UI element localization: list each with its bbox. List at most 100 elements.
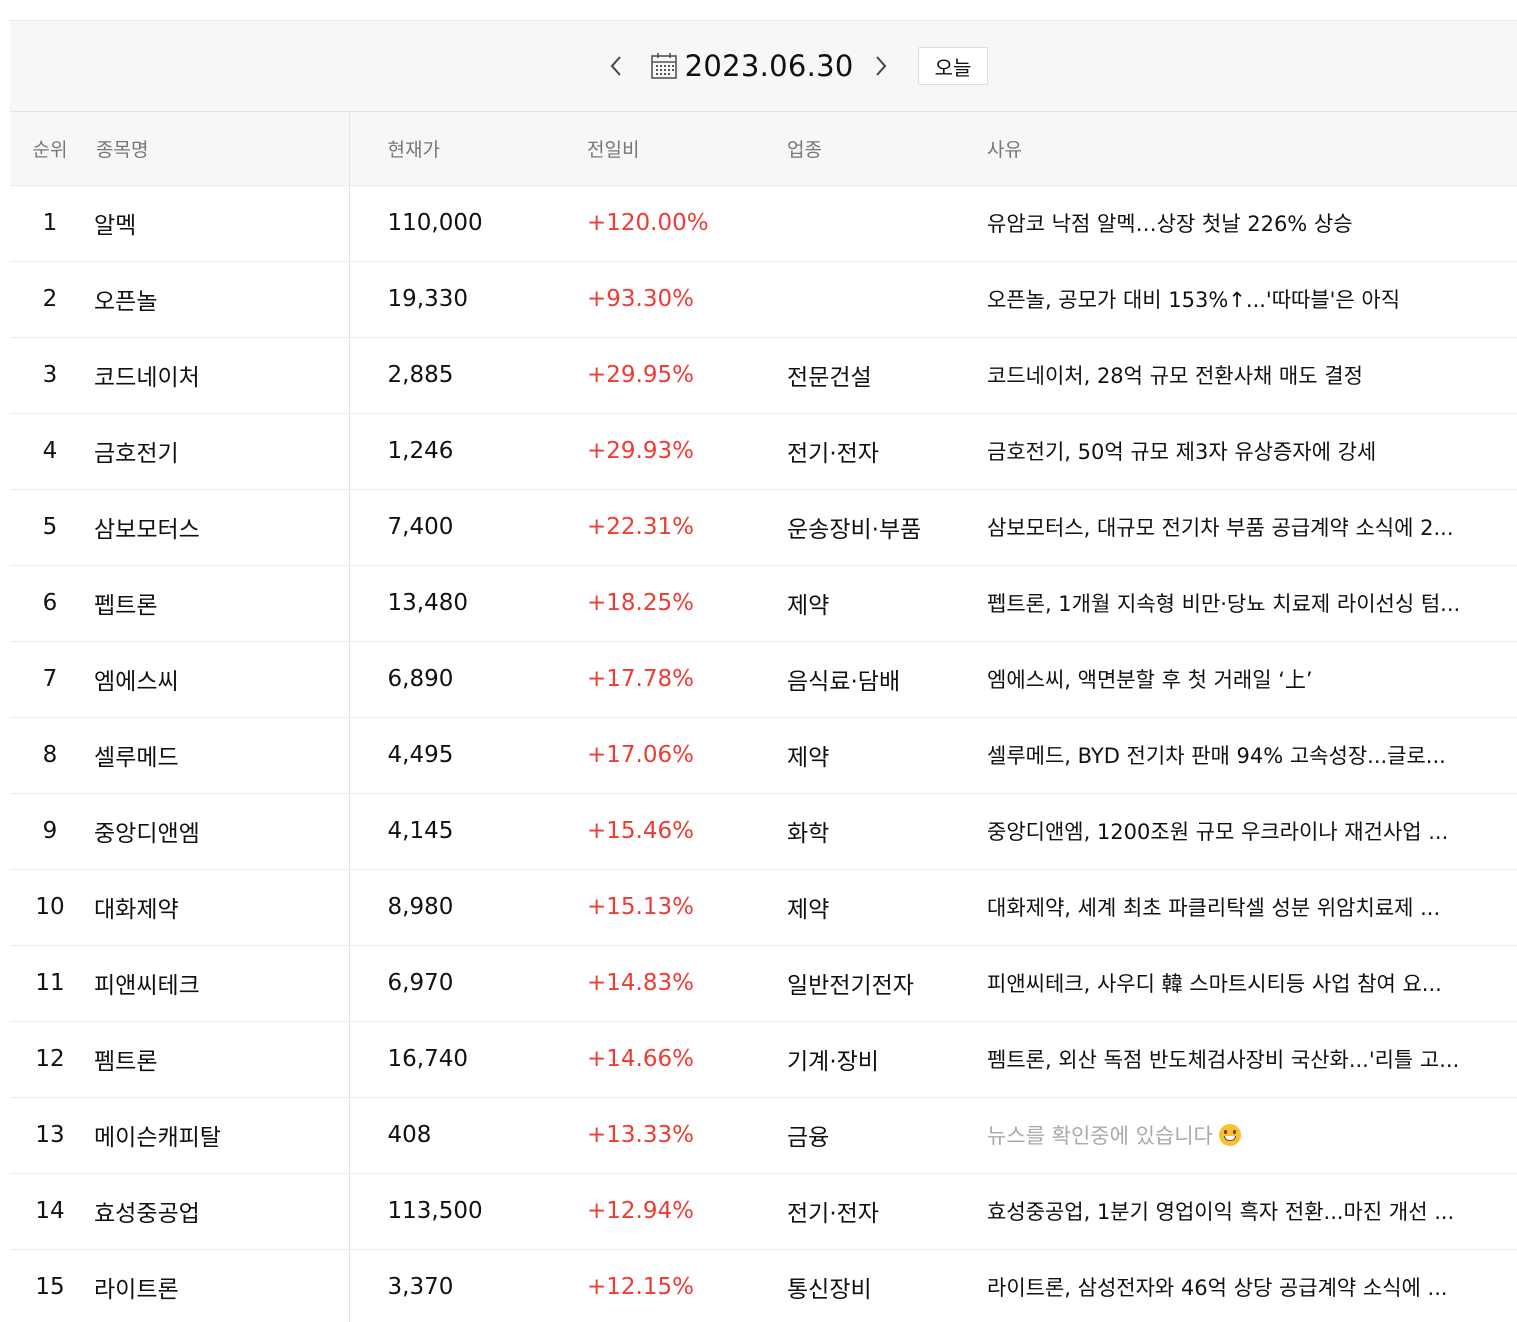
change-cell: +18.25% bbox=[549, 565, 749, 642]
price-cell: 408 bbox=[349, 1097, 549, 1174]
table-row[interactable]: 15 라이트론 3,370 +12.15% 통신장비 라이트론, 삼성전자와 4… bbox=[10, 1249, 1517, 1322]
sector-cell: 전기·전자 bbox=[749, 413, 949, 490]
change-cell: +29.95% bbox=[549, 337, 749, 414]
rank-cell: 12 bbox=[10, 1021, 90, 1098]
reason-cell[interactable]: 셀루메드, BYD 전기차 판매 94% 고속성장...글로... bbox=[949, 717, 1517, 794]
stock-name-cell[interactable]: 펩트론 bbox=[90, 565, 350, 642]
rank-cell: 7 bbox=[10, 641, 90, 718]
table-row[interactable]: 14 효성중공업 113,500 +12.94% 전기·전자 효성중공업, 1분… bbox=[10, 1173, 1517, 1250]
reason-cell[interactable]: 코드네이처, 28억 규모 전환사채 매도 결정 bbox=[949, 337, 1517, 414]
reason-cell[interactable]: 중앙디앤엠, 1200조원 규모 우크라이나 재건사업 ... bbox=[949, 793, 1517, 870]
today-button[interactable]: 오늘 bbox=[917, 47, 989, 85]
reason-cell[interactable]: 삼보모터스, 대규모 전기차 부품 공급계약 소식에 2... bbox=[949, 489, 1517, 566]
change-cell: +120.00% bbox=[549, 185, 749, 262]
stock-name-cell[interactable]: 코드네이처 bbox=[90, 337, 350, 414]
stock-name-cell[interactable]: 엠에스씨 bbox=[90, 641, 350, 718]
stock-ranking-table: 순위 종목명 현재가 전일비 업종 사유 1 알멕 110,000 +120.0… bbox=[10, 112, 1517, 1322]
change-cell: +17.78% bbox=[549, 641, 749, 718]
price-cell: 8,980 bbox=[349, 869, 549, 946]
reason-cell[interactable]: 펩트론, 1개월 지속형 비만·당뇨 치료제 라이선싱 텀... bbox=[949, 565, 1517, 642]
price-cell: 6,970 bbox=[349, 945, 549, 1022]
sector-cell: 통신장비 bbox=[749, 1249, 949, 1322]
price-cell: 113,500 bbox=[349, 1173, 549, 1250]
reason-cell[interactable]: 대화제약, 세계 최초 파클리탁셀 성분 위암치료제 ... bbox=[949, 869, 1517, 946]
stock-name-cell[interactable]: 피앤씨테크 bbox=[90, 945, 350, 1022]
reason-cell[interactable]: 라이트론, 삼성전자와 46억 상당 공급계약 소식에 ... bbox=[949, 1249, 1517, 1322]
date-navigator: 2023.06.30 오늘 bbox=[10, 20, 1517, 112]
next-date-button[interactable] bbox=[864, 46, 898, 86]
header-sector: 업종 bbox=[749, 112, 949, 186]
price-cell: 6,890 bbox=[349, 641, 549, 718]
table-row[interactable]: 12 펨트론 16,740 +14.66% 기계·장비 펨트론, 외산 독점 반… bbox=[10, 1021, 1517, 1098]
header-price: 현재가 bbox=[349, 112, 549, 186]
stock-name-cell[interactable]: 라이트론 bbox=[90, 1249, 350, 1322]
prev-date-button[interactable] bbox=[599, 46, 633, 86]
sector-cell: 음식료·담배 bbox=[749, 641, 949, 718]
stock-name-cell[interactable]: 삼보모터스 bbox=[90, 489, 350, 566]
sector-cell bbox=[749, 185, 949, 262]
price-cell: 2,885 bbox=[349, 337, 549, 414]
stock-name-cell[interactable]: 금호전기 bbox=[90, 413, 350, 490]
rank-cell: 15 bbox=[10, 1249, 90, 1322]
reason-cell[interactable]: 펨트론, 외산 독점 반도체검사장비 국산화...'리틀 고... bbox=[949, 1021, 1517, 1098]
stock-name-cell[interactable]: 셀루메드 bbox=[90, 717, 350, 794]
stock-name-cell[interactable]: 메이슨캐피탈 bbox=[90, 1097, 350, 1174]
table-row[interactable]: 3 코드네이처 2,885 +29.95% 전문건설 코드네이처, 28억 규모… bbox=[10, 337, 1517, 414]
reason-cell[interactable]: 효성중공업, 1분기 영업이익 흑자 전환...마진 개선 ... bbox=[949, 1173, 1517, 1250]
table-row[interactable]: 8 셀루메드 4,495 +17.06% 제약 셀루메드, BYD 전기차 판매… bbox=[10, 717, 1517, 794]
reason-cell[interactable]: 엠에스씨, 액면분할 후 첫 거래일 ‘上’ bbox=[949, 641, 1517, 718]
rank-cell: 3 bbox=[10, 337, 90, 414]
calendar-icon[interactable] bbox=[649, 51, 679, 81]
reason-cell[interactable]: 오픈놀, 공모가 대비 153%↑...'따따블'은 아직 bbox=[949, 261, 1517, 338]
stock-name-cell[interactable]: 펨트론 bbox=[90, 1021, 350, 1098]
rank-cell: 14 bbox=[10, 1173, 90, 1250]
change-cell: +93.30% bbox=[549, 261, 749, 338]
reason-cell[interactable]: 금호전기, 50억 규모 제3자 유상증자에 강세 bbox=[949, 413, 1517, 490]
reason-cell[interactable]: 유암코 낙점 알멕…상장 첫날 226% 상승 bbox=[949, 185, 1517, 262]
change-cell: +12.15% bbox=[549, 1249, 749, 1322]
table-row[interactable]: 1 알멕 110,000 +120.00% 유암코 낙점 알멕…상장 첫날 22… bbox=[10, 185, 1517, 262]
rank-cell: 13 bbox=[10, 1097, 90, 1174]
sector-cell: 전문건설 bbox=[749, 337, 949, 414]
stock-name-cell[interactable]: 중앙디앤엠 bbox=[90, 793, 350, 870]
rank-cell: 9 bbox=[10, 793, 90, 870]
pending-news-text: 뉴스를 확인중에 있습니다 bbox=[987, 1124, 1213, 1148]
sector-cell: 일반전기전자 bbox=[749, 945, 949, 1022]
stock-name-cell[interactable]: 효성중공업 bbox=[90, 1173, 350, 1250]
reason-cell[interactable]: 피앤씨테크, 사우디 韓 스마트시티등 사업 참여 요... bbox=[949, 945, 1517, 1022]
price-cell: 3,370 bbox=[349, 1249, 549, 1322]
table-row[interactable]: 7 엠에스씨 6,890 +17.78% 음식료·담배 엠에스씨, 액면분할 후… bbox=[10, 641, 1517, 718]
sector-cell bbox=[749, 261, 949, 338]
table-row[interactable]: 5 삼보모터스 7,400 +22.31% 운송장비·부품 삼보모터스, 대규모… bbox=[10, 489, 1517, 566]
table-row[interactable]: 10 대화제약 8,980 +15.13% 제약 대화제약, 세계 최초 파클리… bbox=[10, 869, 1517, 946]
price-cell: 19,330 bbox=[349, 261, 549, 338]
rank-cell: 5 bbox=[10, 489, 90, 566]
stock-name-cell[interactable]: 오픈놀 bbox=[90, 261, 350, 338]
sector-cell: 운송장비·부품 bbox=[749, 489, 949, 566]
chevron-right-icon bbox=[875, 56, 886, 76]
change-cell: +15.46% bbox=[549, 793, 749, 870]
sector-cell: 제약 bbox=[749, 869, 949, 946]
rank-cell: 4 bbox=[10, 413, 90, 490]
sector-cell: 제약 bbox=[749, 565, 949, 642]
rank-cell: 6 bbox=[10, 565, 90, 642]
table-row[interactable]: 4 금호전기 1,246 +29.93% 전기·전자 금호전기, 50억 규모 … bbox=[10, 413, 1517, 490]
stock-name-cell[interactable]: 알멕 bbox=[90, 185, 350, 262]
change-cell: +15.13% bbox=[549, 869, 749, 946]
change-cell: +13.33% bbox=[549, 1097, 749, 1174]
table-row[interactable]: 11 피앤씨테크 6,970 +14.83% 일반전기전자 피앤씨테크, 사우디… bbox=[10, 945, 1517, 1022]
header-name: 종목명 bbox=[90, 112, 350, 186]
table-row[interactable]: 2 오픈놀 19,330 +93.30% 오픈놀, 공모가 대비 153%↑..… bbox=[10, 261, 1517, 338]
table-row[interactable]: 13 메이슨캐피탈 408 +13.33% 금융 뉴스를 확인중에 있습니다 bbox=[10, 1097, 1517, 1174]
stock-name-cell[interactable]: 대화제약 bbox=[90, 869, 350, 946]
sector-cell: 전기·전자 bbox=[749, 1173, 949, 1250]
header-change: 전일비 bbox=[549, 112, 749, 186]
header-rank: 순위 bbox=[10, 112, 90, 186]
change-cell: +14.66% bbox=[549, 1021, 749, 1098]
table-row[interactable]: 9 중앙디앤엠 4,145 +15.46% 화학 중앙디앤엠, 1200조원 규… bbox=[10, 793, 1517, 870]
price-cell: 110,000 bbox=[349, 185, 549, 262]
change-cell: +29.93% bbox=[549, 413, 749, 490]
sector-cell: 금융 bbox=[749, 1097, 949, 1174]
current-date[interactable]: 2023.06.30 bbox=[685, 49, 854, 83]
table-row[interactable]: 6 펩트론 13,480 +18.25% 제약 펩트론, 1개월 지속형 비만·… bbox=[10, 565, 1517, 642]
